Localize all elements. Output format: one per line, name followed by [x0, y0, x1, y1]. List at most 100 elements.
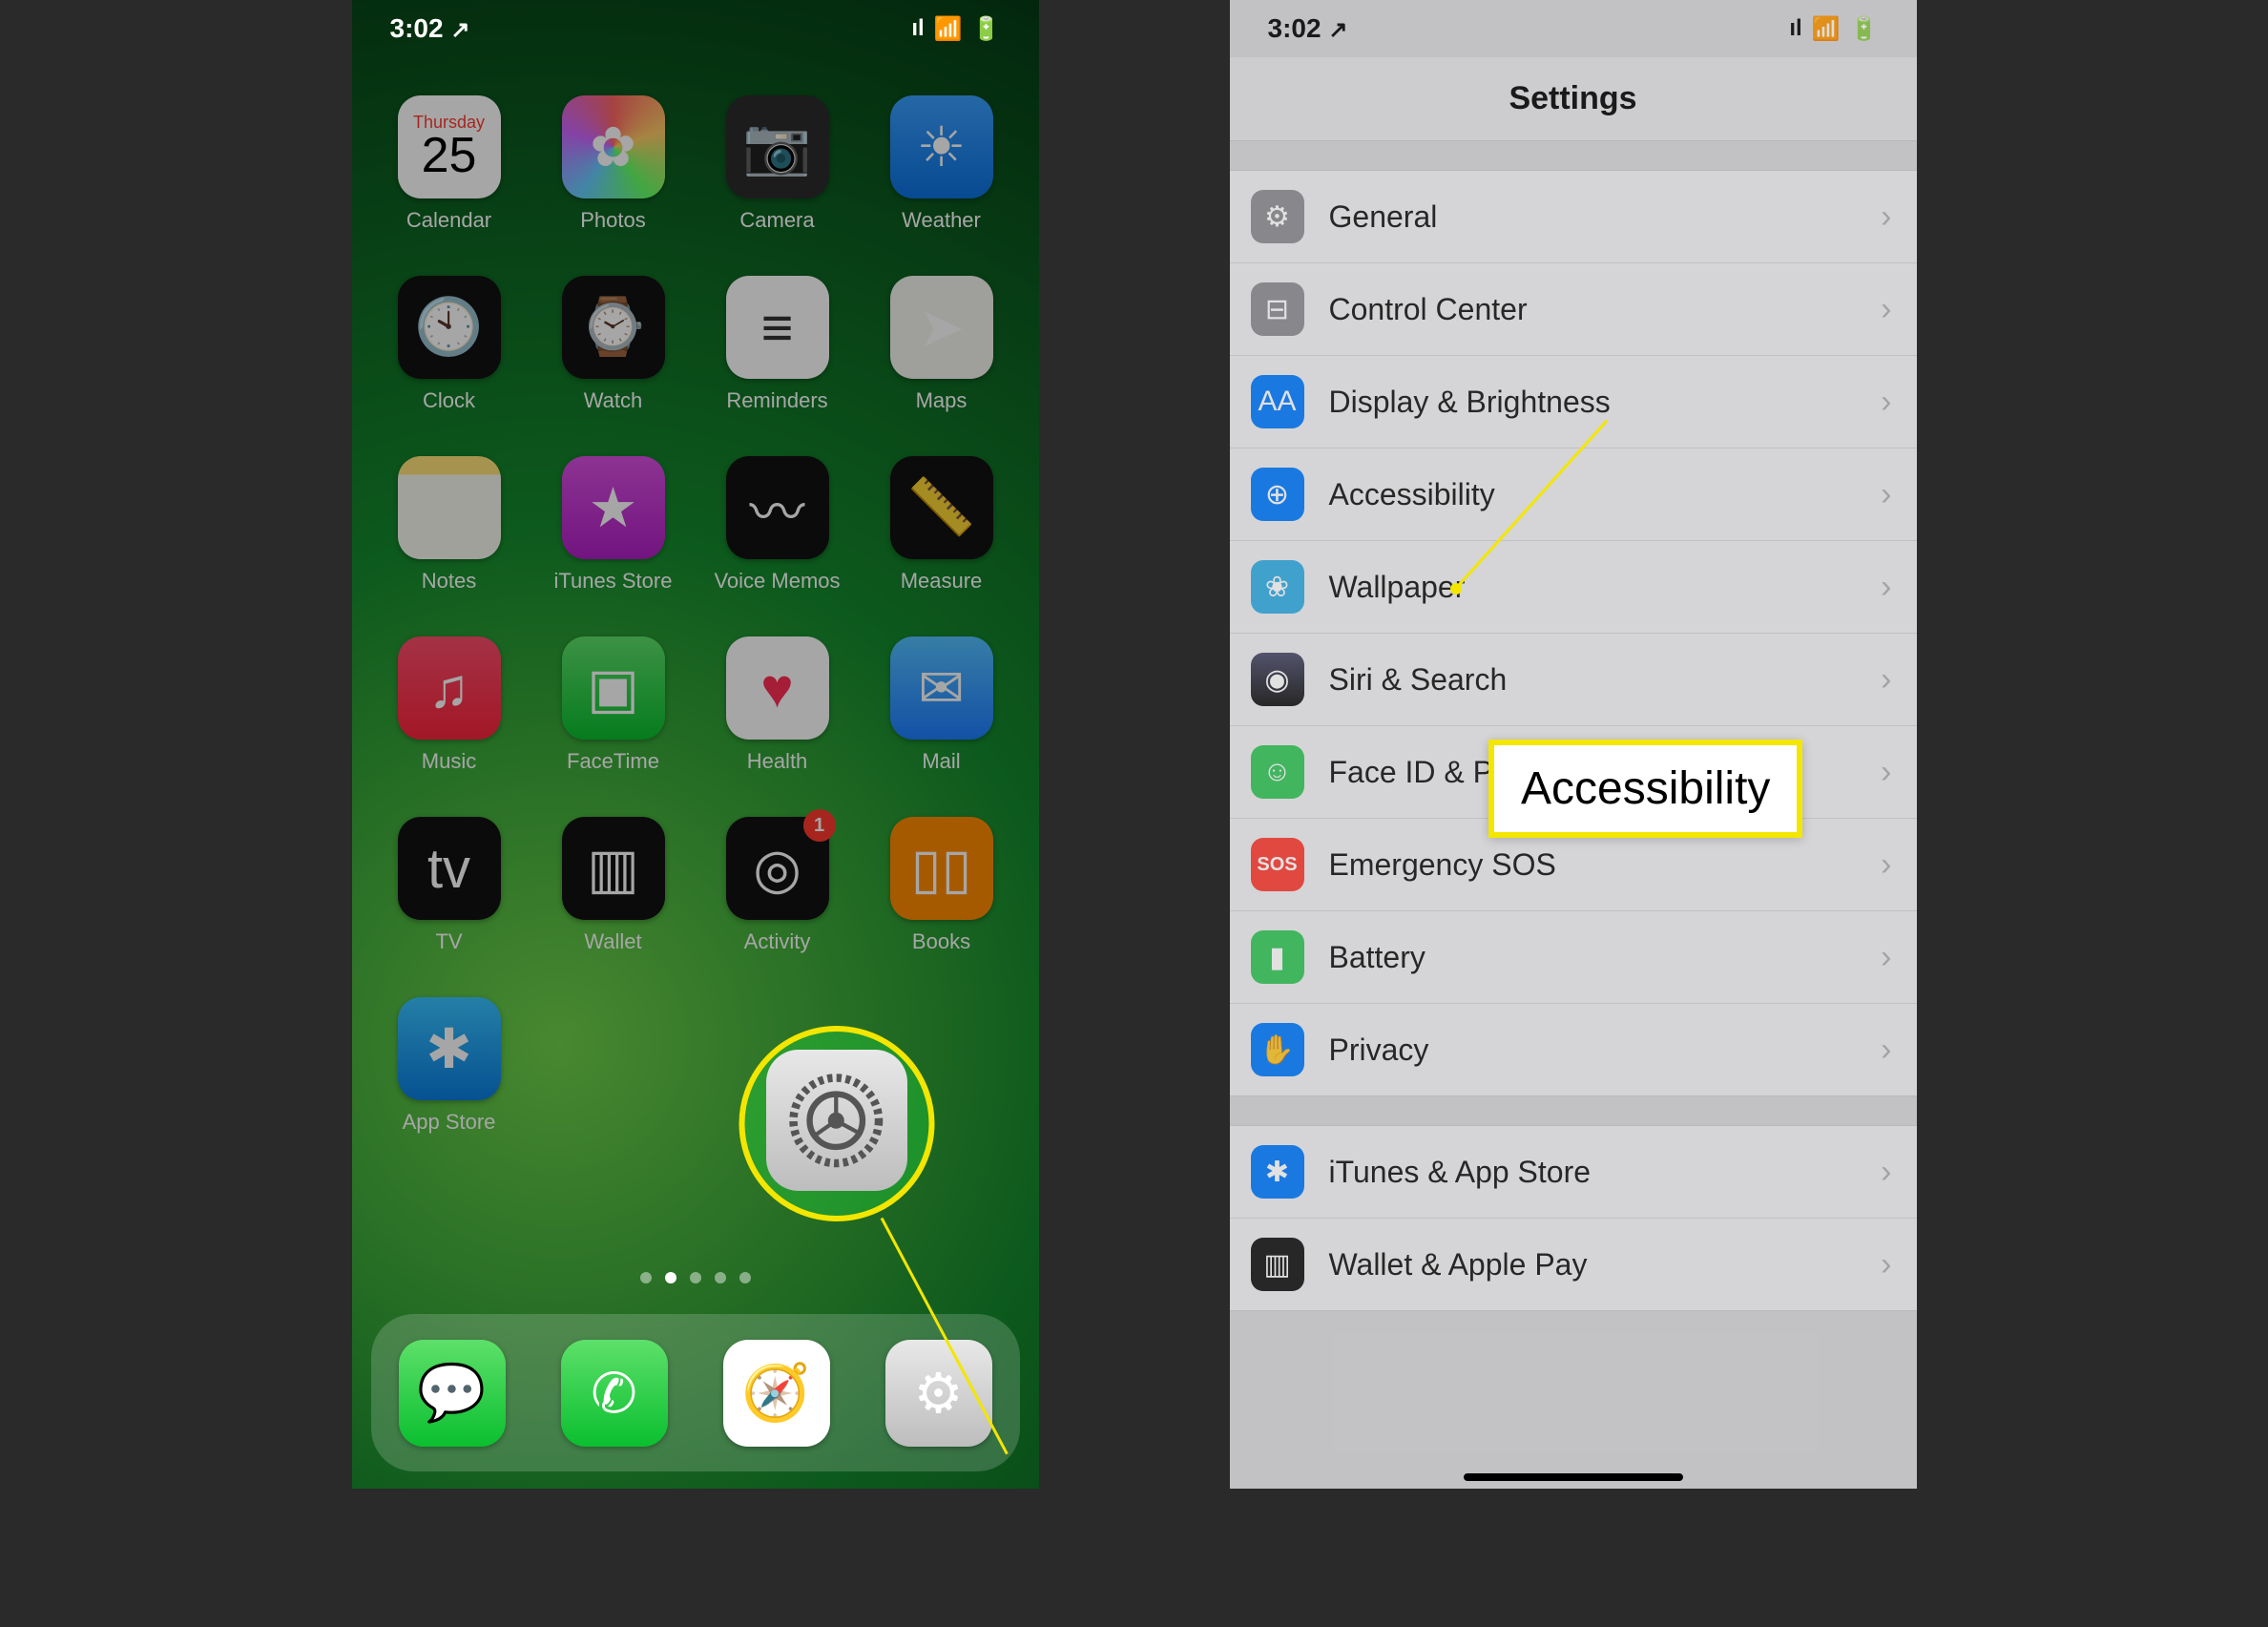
- facetime-app-icon: ▣: [562, 636, 665, 740]
- settings-accessibility[interactable]: ⊕ Accessibility ›: [1230, 448, 1917, 541]
- camera-app-icon: 📷: [726, 95, 829, 198]
- page-dot[interactable]: [640, 1272, 652, 1283]
- voice-memos-app-icon: 〰: [726, 456, 829, 559]
- app-label: Calendar: [406, 208, 491, 233]
- app-label: Notes: [422, 569, 476, 594]
- row-label: Wallpaper: [1329, 570, 1882, 605]
- settings-group: ⚙ General › ⊟ Control Center › AA Displa…: [1230, 170, 1917, 1096]
- settings-control-center-icon: ⊟: [1251, 282, 1304, 336]
- page-dot[interactable]: [715, 1272, 726, 1283]
- settings-group: ✱ iTunes & App Store › ▥ Wallet & Apple …: [1230, 1125, 1917, 1311]
- itunes-store-app[interactable]: ★ iTunes Store: [542, 456, 685, 594]
- app-label: Clock: [423, 388, 475, 413]
- photos-app-icon: ✿: [562, 95, 665, 198]
- watch-app[interactable]: ⌚Watch: [542, 276, 685, 413]
- location-icon: ↗: [1328, 17, 1347, 43]
- camera-app[interactable]: 📷 Camera: [706, 95, 849, 233]
- maps-app-icon: ➤: [890, 276, 993, 379]
- settings-accessibility-icon: ⊕: [1251, 468, 1304, 521]
- callout-text: Accessibility: [1521, 763, 1770, 814]
- maps-app[interactable]: ➤ Maps: [870, 276, 1013, 413]
- reminders-app-icon: ≡: [726, 276, 829, 379]
- row-label: Accessibility: [1329, 477, 1882, 512]
- reminders-app[interactable]: ≡Reminders: [706, 276, 849, 413]
- row-label: Battery: [1329, 940, 1882, 975]
- settings-display[interactable]: AA Display & Brightness ›: [1230, 356, 1917, 448]
- books-app-icon: ▯▯: [890, 817, 993, 920]
- measure-app[interactable]: 📏Measure: [870, 456, 1013, 594]
- page-dot[interactable]: [739, 1272, 751, 1283]
- notes-app[interactable]: Notes: [378, 456, 521, 594]
- phone-app[interactable]: ✆: [561, 1340, 668, 1447]
- settings-privacy[interactable]: ✋ Privacy ›: [1230, 1004, 1917, 1095]
- app-label: Music: [422, 749, 476, 774]
- health-app-icon: ♥: [726, 636, 829, 740]
- itunes-store-app-icon: ★: [562, 456, 665, 559]
- app-label: Health: [747, 749, 808, 774]
- calendar-app[interactable]: Thursday25Calendar: [378, 95, 521, 233]
- app-store-app-icon: ✱: [398, 997, 501, 1100]
- clock-app-icon: 🕙: [398, 276, 501, 379]
- settings-control-center[interactable]: ⊟ Control Center ›: [1230, 263, 1917, 356]
- page-indicator[interactable]: [352, 1272, 1039, 1283]
- settings-wallet-pay[interactable]: ▥ Wallet & Apple Pay ›: [1230, 1219, 1917, 1310]
- clock-app[interactable]: 🕙 Clock: [378, 276, 521, 413]
- app-label: Activity: [744, 929, 811, 954]
- battery-icon: 🔋: [972, 15, 1001, 43]
- activity-app[interactable]: ◎1Activity: [706, 817, 849, 954]
- callout-endpoint: [1450, 583, 1462, 594]
- settings-wallpaper-icon: ❀: [1251, 560, 1304, 614]
- row-label: Control Center: [1329, 292, 1882, 327]
- chevron-right-icon: ›: [1881, 1246, 1891, 1283]
- settings-title-bar: Settings: [1230, 57, 1917, 141]
- mail-app[interactable]: ✉ Mail: [870, 636, 1013, 774]
- app-store-app[interactable]: ✱App Store: [378, 997, 521, 1135]
- signal-icon: ıl: [1789, 15, 1801, 42]
- tv-app-icon: tv: [398, 817, 501, 920]
- music-app[interactable]: ♫Music: [378, 636, 521, 774]
- row-label: Siri & Search: [1329, 662, 1882, 698]
- page-dot[interactable]: [665, 1272, 676, 1283]
- chevron-right-icon: ›: [1881, 1154, 1891, 1191]
- page-dot[interactable]: [690, 1272, 701, 1283]
- settings-itunes-appstore-icon: ✱: [1251, 1145, 1304, 1199]
- voice-memos-app[interactable]: 〰Voice Memos: [706, 456, 849, 594]
- chevron-right-icon: ›: [1881, 291, 1891, 328]
- weather-app[interactable]: ☀Weather: [870, 95, 1013, 233]
- chevron-right-icon: ›: [1881, 569, 1891, 606]
- status-time: 3:02: [390, 13, 444, 43]
- app-label: Watch: [584, 388, 643, 413]
- row-label: Emergency SOS: [1329, 847, 1882, 883]
- health-app[interactable]: ♥ Health: [706, 636, 849, 774]
- home-indicator[interactable]: [1464, 1473, 1683, 1481]
- books-app[interactable]: ▯▯Books: [870, 817, 1013, 954]
- app-label: iTunes Store: [554, 569, 673, 594]
- settings-app[interactable]: ⚙: [885, 1340, 992, 1447]
- home-screen-phone: 3:02 ↗ ıl 📶 🔋 Thursday25Calendar✿Photos📷…: [352, 0, 1039, 1489]
- settings-privacy-icon: ✋: [1251, 1023, 1304, 1076]
- wifi-icon: 📶: [1812, 15, 1841, 43]
- safari-app[interactable]: 🧭: [723, 1340, 830, 1447]
- photos-app[interactable]: ✿Photos: [542, 95, 685, 233]
- mail-app-icon: ✉: [890, 636, 993, 740]
- dock: 💬 ✆ 🧭 ⚙: [371, 1314, 1020, 1471]
- wallet-app[interactable]: ▥Wallet: [542, 817, 685, 954]
- chevron-right-icon: ›: [1881, 846, 1891, 884]
- facetime-app[interactable]: ▣FaceTime: [542, 636, 685, 774]
- messages-app[interactable]: 💬: [399, 1340, 506, 1447]
- app-label: Maps: [916, 388, 968, 413]
- app-label: Camera: [739, 208, 814, 233]
- tv-app[interactable]: tvTV: [378, 817, 521, 954]
- settings-siri[interactable]: ◉ Siri & Search ›: [1230, 634, 1917, 726]
- settings-wallpaper[interactable]: ❀ Wallpaper ›: [1230, 541, 1917, 634]
- settings-wallet-pay-icon: ▥: [1251, 1238, 1304, 1291]
- settings-app-highlighted[interactable]: [766, 1050, 907, 1191]
- app-label: Mail: [922, 749, 960, 774]
- settings-battery[interactable]: ▮ Battery ›: [1230, 911, 1917, 1004]
- badge: 1: [803, 809, 836, 842]
- notes-app-icon: [398, 456, 501, 559]
- wifi-icon: 📶: [934, 15, 963, 43]
- measure-app-icon: 📏: [890, 456, 993, 559]
- settings-itunes-appstore[interactable]: ✱ iTunes & App Store ›: [1230, 1126, 1917, 1219]
- settings-general[interactable]: ⚙ General ›: [1230, 171, 1917, 263]
